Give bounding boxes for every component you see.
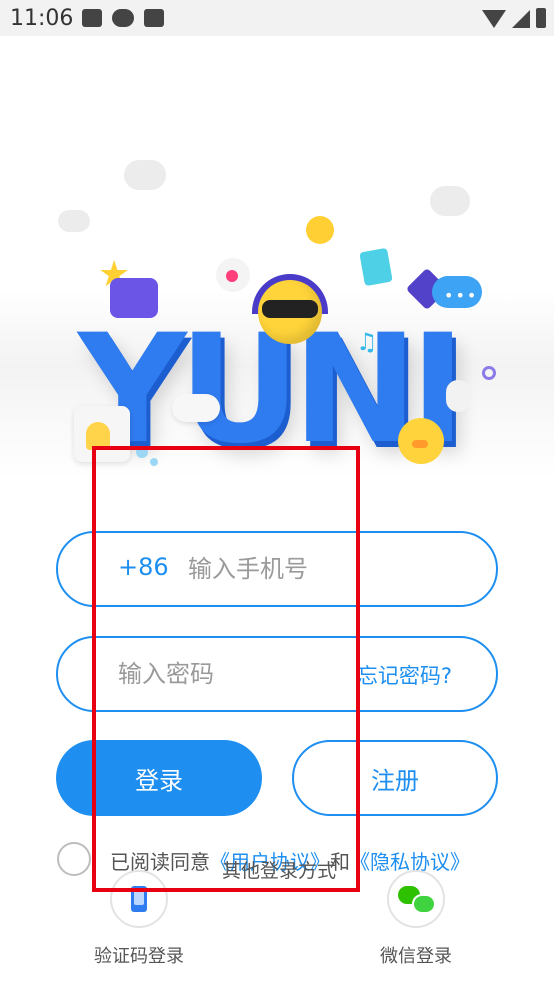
video-icon xyxy=(110,278,158,318)
notification-icons xyxy=(82,9,164,27)
wechat-icon xyxy=(398,886,436,914)
country-code[interactable]: +86 xyxy=(118,553,169,581)
cloud-icon xyxy=(124,160,166,190)
system-icons xyxy=(482,8,546,28)
phone-field[interactable]: +86 xyxy=(56,531,498,607)
wechat-notification-icon xyxy=(112,9,134,27)
balloon-icon xyxy=(446,380,470,412)
sunglasses-icon xyxy=(262,300,318,318)
forgot-password-link[interactable]: 忘记密码? xyxy=(357,660,452,690)
hero-illustration: YUNI ★ ••• ♫ xyxy=(0,150,554,480)
sms-login-button[interactable] xyxy=(110,870,168,928)
heart-icon xyxy=(226,270,238,282)
password-input[interactable] xyxy=(118,652,338,696)
app-notification-icon xyxy=(144,9,164,27)
figure-icon xyxy=(86,422,110,450)
sms-login-option[interactable]: 验证码登录 xyxy=(92,870,186,968)
phone-input[interactable] xyxy=(188,547,468,591)
image-notification-icon xyxy=(82,9,102,27)
phone-icon xyxy=(131,886,147,912)
chat-dots: ••• xyxy=(444,286,479,305)
bubble-dot-icon xyxy=(136,446,148,458)
sms-login-label: 验证码登录 xyxy=(94,946,184,967)
music-note-icon: ♫ xyxy=(356,328,378,356)
status-bar: 11:06 xyxy=(0,0,554,36)
wechat-login-option[interactable]: 微信登录 xyxy=(378,870,454,968)
agreement-checkbox[interactable] xyxy=(57,842,91,876)
bubble-dot-icon xyxy=(150,458,158,466)
signal-icon xyxy=(512,10,530,28)
cloud-icon xyxy=(58,210,90,232)
password-field[interactable]: 忘记密码? xyxy=(56,636,498,712)
message-bubble-icon xyxy=(172,394,220,422)
register-button[interactable]: 注册 xyxy=(292,740,498,816)
battery-icon xyxy=(536,8,546,28)
wechat-login-label: 微信登录 xyxy=(380,946,452,967)
smiley-icon xyxy=(306,216,334,244)
wifi-icon xyxy=(482,10,506,28)
ring-icon xyxy=(482,366,496,380)
cloud-icon xyxy=(430,186,470,216)
status-time: 11:06 xyxy=(10,6,74,31)
document-icon xyxy=(359,247,393,287)
duck-beak-icon xyxy=(412,440,428,448)
login-button[interactable]: 登录 xyxy=(56,740,262,816)
wechat-login-button[interactable] xyxy=(387,870,445,928)
other-login-title: 其他登录方式 xyxy=(222,860,337,882)
